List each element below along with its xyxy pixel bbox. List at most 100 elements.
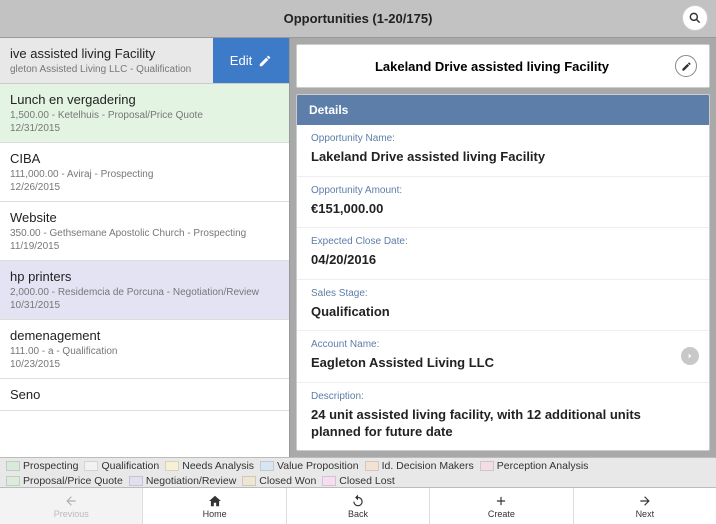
edit-button[interactable]: Edit [213,38,289,83]
field-value: 04/20/2016 [311,251,695,269]
field-value: Qualification [311,303,695,321]
previous-button: Previous [0,488,143,524]
arrow-right-icon [638,494,652,508]
legend-item: Id. Decision Makers [365,460,474,472]
bottom-label: Create [488,509,515,519]
detail-card: Details Opportunity Name: Lakeland Drive… [296,94,710,451]
legend-label: Id. Decision Makers [382,460,474,472]
legend-label: Negotiation/Review [146,475,236,487]
list-item-date: 10/23/2015 [10,359,279,370]
legend-label: Value Proposition [277,460,359,472]
back-button[interactable]: Back [287,488,430,524]
list-item-title: Seno [10,387,279,402]
selected-opportunity-row[interactable]: ive assisted living Facility gleton Assi… [0,38,289,84]
field-sales-stage: Sales Stage: Qualification [297,280,709,332]
legend-swatch [6,461,20,471]
list-item-sub: 111.00 - a - Qualification [10,346,279,357]
create-button[interactable]: Create [430,488,573,524]
list-item[interactable]: demenagement 111.00 - a - Qualification 10… [0,320,289,379]
search-button[interactable] [682,5,708,31]
selected-opportunity-title: ive assisted living Facility [10,46,203,61]
list-item-sub: 350.00 - Gethsemane Apostolic Church - P… [10,228,279,239]
list-item-sub: 111,000.00 - Aviraj - Prospecting [10,169,279,180]
topbar: Opportunities (1-20/175) [0,0,716,38]
legend-label: Closed Won [259,475,316,487]
list-item-title: demenagement [10,328,279,343]
detail-section-header: Details [297,95,709,125]
home-button[interactable]: Home [143,488,286,524]
legend-swatch [84,461,98,471]
chevron-right-icon [681,347,699,365]
list-item-title: CIBA [10,151,279,166]
field-label: Account Name: [311,339,695,350]
field-label: Opportunity Name: [311,133,695,144]
home-icon [208,494,222,508]
field-label: Description: [311,391,695,402]
field-value: Lakeland Drive assisted living Facility [311,148,695,166]
list-item[interactable]: Website 350.00 - Gethsemane Apostolic Chu… [0,202,289,261]
legend-label: Qualification [101,460,159,472]
legend-item: Closed Won [242,475,316,487]
list-item-date: 12/26/2015 [10,182,279,193]
list-item[interactable]: CIBA 111,000.00 - Aviraj - Prospecting 12/… [0,143,289,202]
list-item-sub: 2,000.00 - Residemcia de Porcuna - Negot… [10,287,279,298]
legend-label: Closed Lost [339,475,394,487]
page-title: Opportunities (1-20/175) [8,11,708,26]
bottom-label: Back [348,509,368,519]
field-value: €151,000.00 [311,200,695,218]
legend-item: Negotiation/Review [129,475,236,487]
search-icon [688,11,702,25]
legend-label: Needs Analysis [182,460,254,472]
legend-swatch [260,461,274,471]
detail-pane: Lakeland Drive assisted living Facility … [290,38,716,457]
list-item-title: hp printers [10,269,279,284]
legend-item: Qualification [84,460,159,472]
list-item-date: 11/19/2015 [10,241,279,252]
legend-item: Proposal/Price Quote [6,475,123,487]
legend-item: Prospecting [6,460,78,472]
legend-swatch [480,461,494,471]
edit-button-label: Edit [230,53,252,68]
field-label: Opportunity Amount: [311,185,695,196]
list-item-sub: 1,500.00 - Ketelhuis - Proposal/Price Qu… [10,110,279,121]
detail-header: Lakeland Drive assisted living Facility [296,44,710,88]
list-item-title: Lunch en vergadering [10,92,279,107]
field-description: Description: 24 unit assisted living fac… [297,383,709,450]
undo-icon [351,494,365,508]
opportunity-list[interactable]: Lunch en vergadering 1,500.00 - Ketelhuis… [0,84,289,457]
legend-item: Perception Analysis [480,460,589,472]
legend-swatch [365,461,379,471]
pencil-icon [258,54,272,68]
plus-icon [494,494,508,508]
edit-detail-button[interactable] [675,55,697,77]
next-button[interactable]: Next [574,488,716,524]
field-value: 24 unit assisted living facility, with 1… [311,406,695,441]
field-label: Expected Close Date: [311,236,695,247]
list-item[interactable]: hp printers 2,000.00 - Residemcia de Porc… [0,261,289,320]
legend-label: Prospecting [23,460,78,472]
bottom-label: Previous [54,509,89,519]
legend-swatch [129,476,143,486]
list-item[interactable]: Seno [0,379,289,411]
legend-swatch [6,476,20,486]
bottom-nav: Previous Home Back Create Next [0,487,716,524]
arrow-left-icon [64,494,78,508]
pencil-icon [681,61,692,72]
list-item[interactable]: Lunch en vergadering 1,500.00 - Ketelhuis… [0,84,289,143]
legend-swatch [322,476,336,486]
detail-title: Lakeland Drive assisted living Facility [309,59,675,74]
stage-legend: Prospecting Qualification Needs Analysis Va… [0,457,716,487]
legend-item: Value Proposition [260,460,359,472]
field-expected-close-date: Expected Close Date: 04/20/2016 [297,228,709,280]
list-item-date: 12/31/2015 [10,123,279,134]
field-opportunity-amount: Opportunity Amount: €151,000.00 [297,177,709,229]
list-item-date: 10/31/2015 [10,300,279,311]
field-opportunity-name: Opportunity Name: Lakeland Drive assiste… [297,125,709,177]
bottom-label: Home [203,509,227,519]
bottom-label: Next [636,509,655,519]
list-item-title: Website [10,210,279,225]
field-account-name[interactable]: Account Name: Eagleton Assisted Living L… [297,331,709,383]
legend-swatch [242,476,256,486]
legend-label: Proposal/Price Quote [23,475,123,487]
legend-item: Closed Lost [322,475,394,487]
